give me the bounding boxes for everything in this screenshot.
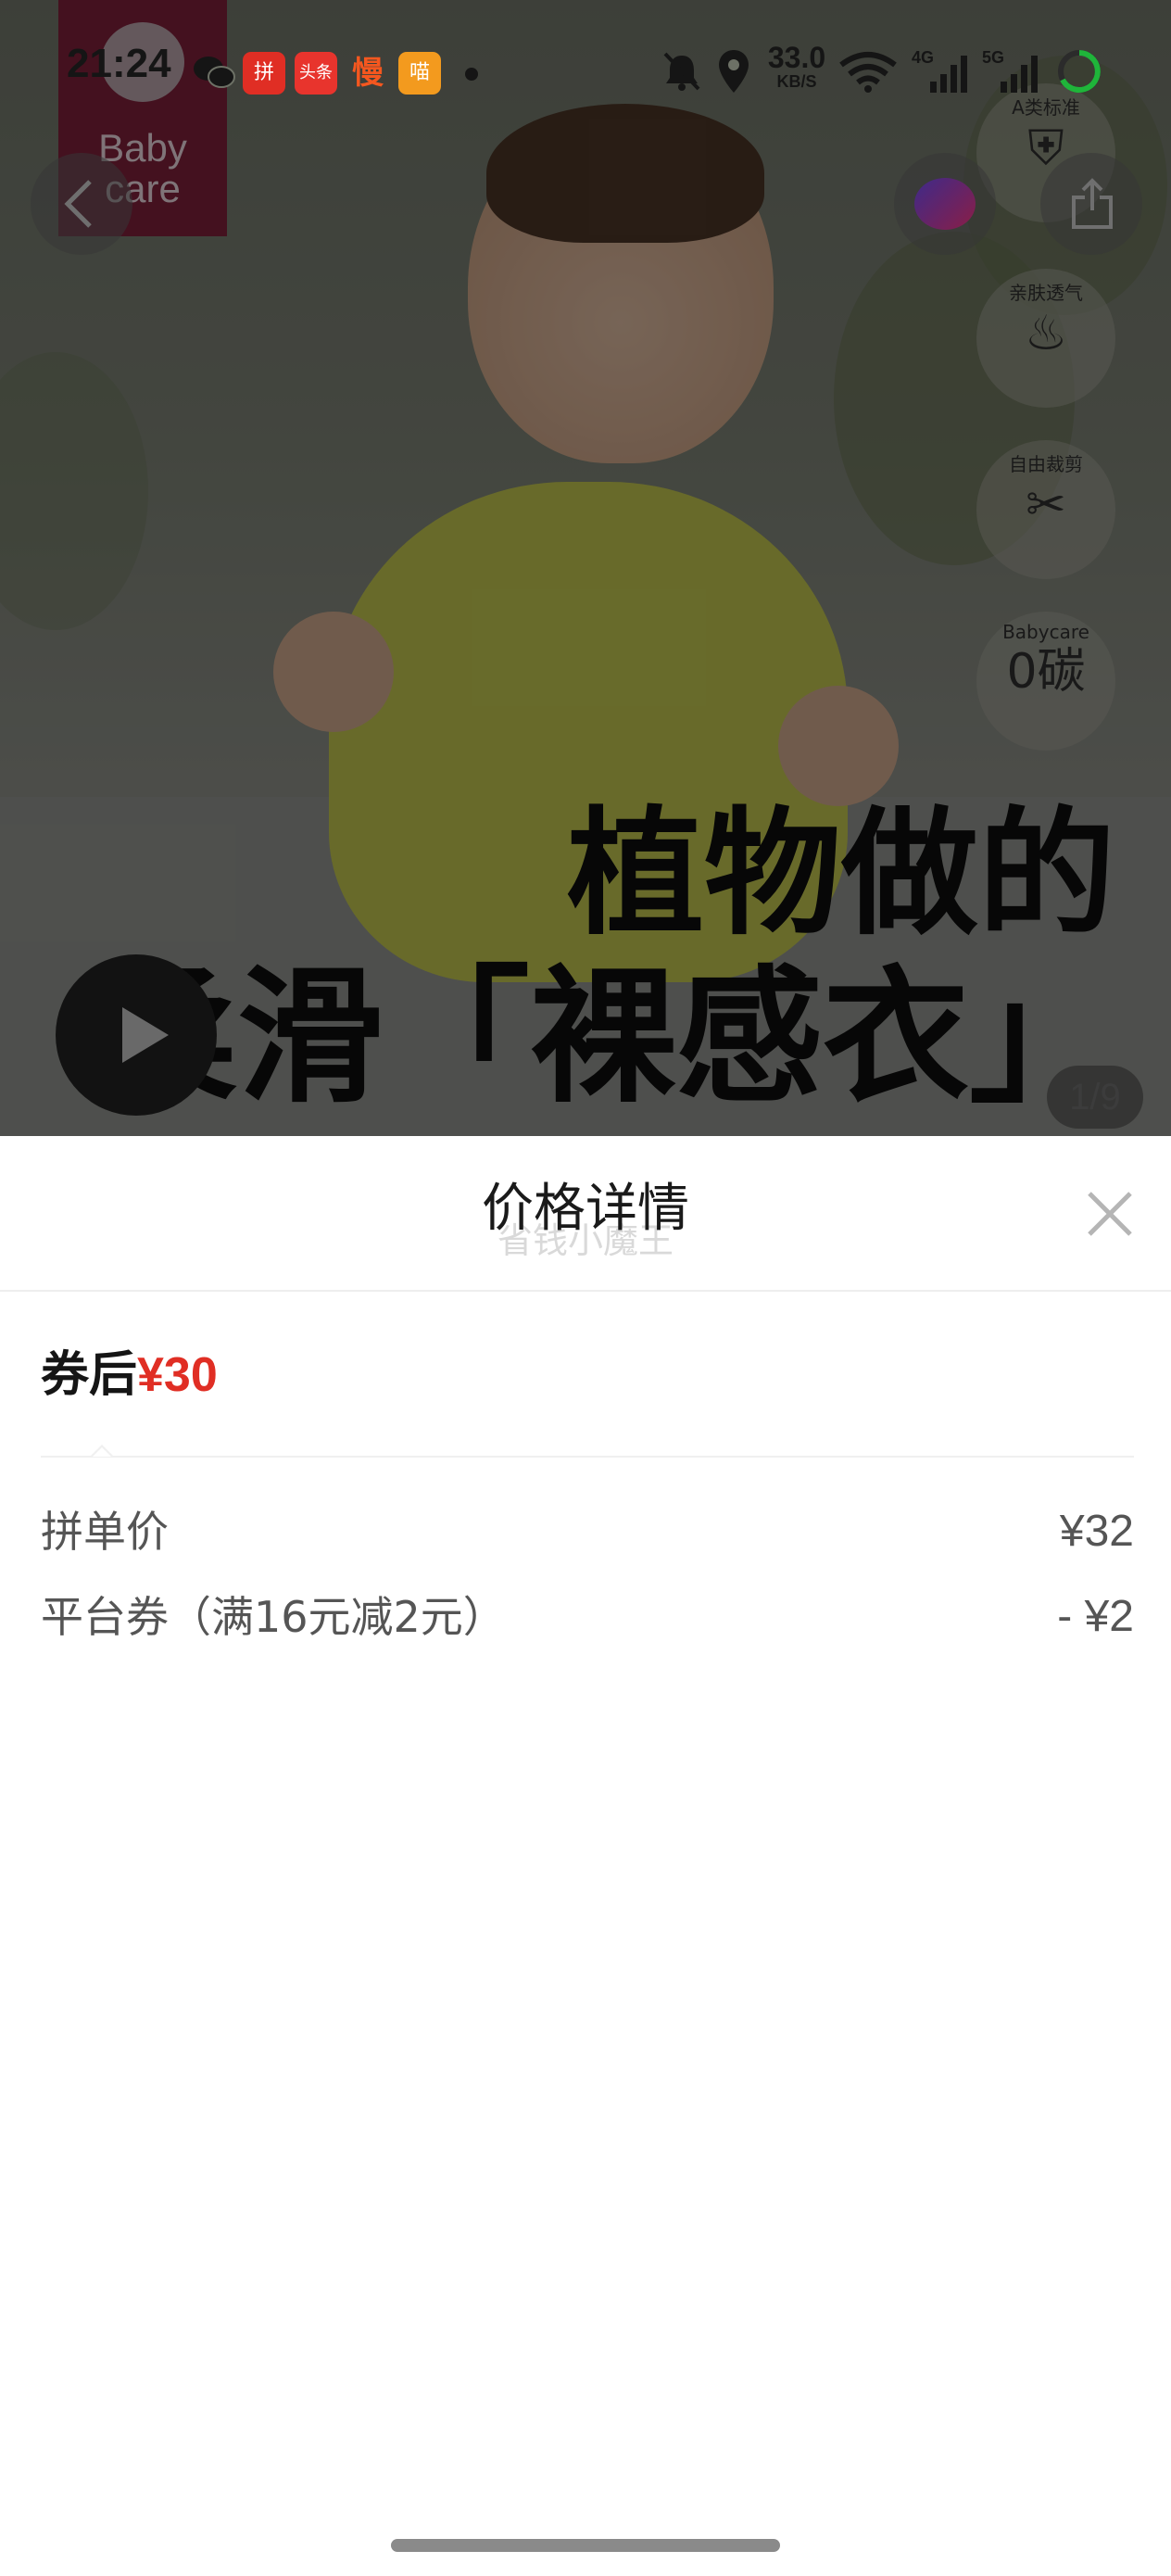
chevron-left-icon xyxy=(64,180,92,228)
toutiao-icon: 头条 xyxy=(295,52,337,95)
price-row-label: 拼单价 xyxy=(41,1507,169,1557)
status-bar: 21:24 拼 头条 慢 喵 33.0 KB/S 4G 5G xyxy=(0,37,1171,102)
after-coupon-value: ¥30 xyxy=(137,1348,218,1402)
signal-4g-icon xyxy=(930,56,967,93)
price-details-sheet: 省钱小魔王 价格详情 券后¥30 拼单价 ¥32 平台券（满16元减2元） - … xyxy=(0,1136,1171,2576)
price-row-group-price: 拼单价 ¥32 xyxy=(41,1499,1134,1564)
mute-icon xyxy=(663,52,700,91)
back-button[interactable] xyxy=(31,153,132,255)
network-speed: 33.0 KB/S xyxy=(763,43,830,91)
divider-caret xyxy=(91,1445,113,1457)
avatar xyxy=(914,178,976,230)
price-row-value: - ¥2 xyxy=(1057,1592,1134,1641)
divider xyxy=(41,1456,1134,1458)
after-coupon-price: 券后¥30 xyxy=(41,1345,218,1405)
close-icon xyxy=(1088,1192,1132,1236)
wechat-icon xyxy=(194,57,235,88)
network-speed-unit: KB/S xyxy=(776,72,817,91)
price-row-platform-coupon: 平台券（满16元减2元） - ¥2 xyxy=(41,1585,1134,1649)
close-button[interactable] xyxy=(1082,1186,1138,1242)
home-indicator[interactable] xyxy=(391,2539,780,2552)
price-row-value: ¥32 xyxy=(1059,1507,1134,1556)
share-icon xyxy=(1072,178,1113,229)
sheet-title: 价格详情 xyxy=(482,1179,689,1239)
status-time: 21:24 xyxy=(67,41,171,86)
modal-overlay[interactable] xyxy=(0,0,1171,1136)
sheet-header: 省钱小魔王 价格详情 xyxy=(0,1136,1171,1292)
product-gallery[interactable]: Baby care A类标准 ⛨ 亲肤透气 ♨ 自由裁剪 ✂ Babycare … xyxy=(0,0,1171,1136)
share-button[interactable] xyxy=(1040,153,1142,255)
network-speed-value: 33.0 xyxy=(767,41,826,74)
pinduoduo-icon: 拼 xyxy=(243,52,285,95)
wifi-icon xyxy=(839,52,897,93)
location-icon xyxy=(719,50,749,93)
battery-ring-icon xyxy=(1058,50,1101,93)
game-icon: 喵 xyxy=(398,52,441,95)
more-notifications-dot xyxy=(465,68,478,81)
price-row-label: 平台券（满16元减2元） xyxy=(41,1592,506,1642)
shop-avatar-button[interactable] xyxy=(894,153,996,255)
after-coupon-label: 券后 xyxy=(41,1347,138,1403)
signal-5g-icon xyxy=(1001,56,1038,93)
man-icon: 慢 xyxy=(352,55,384,92)
